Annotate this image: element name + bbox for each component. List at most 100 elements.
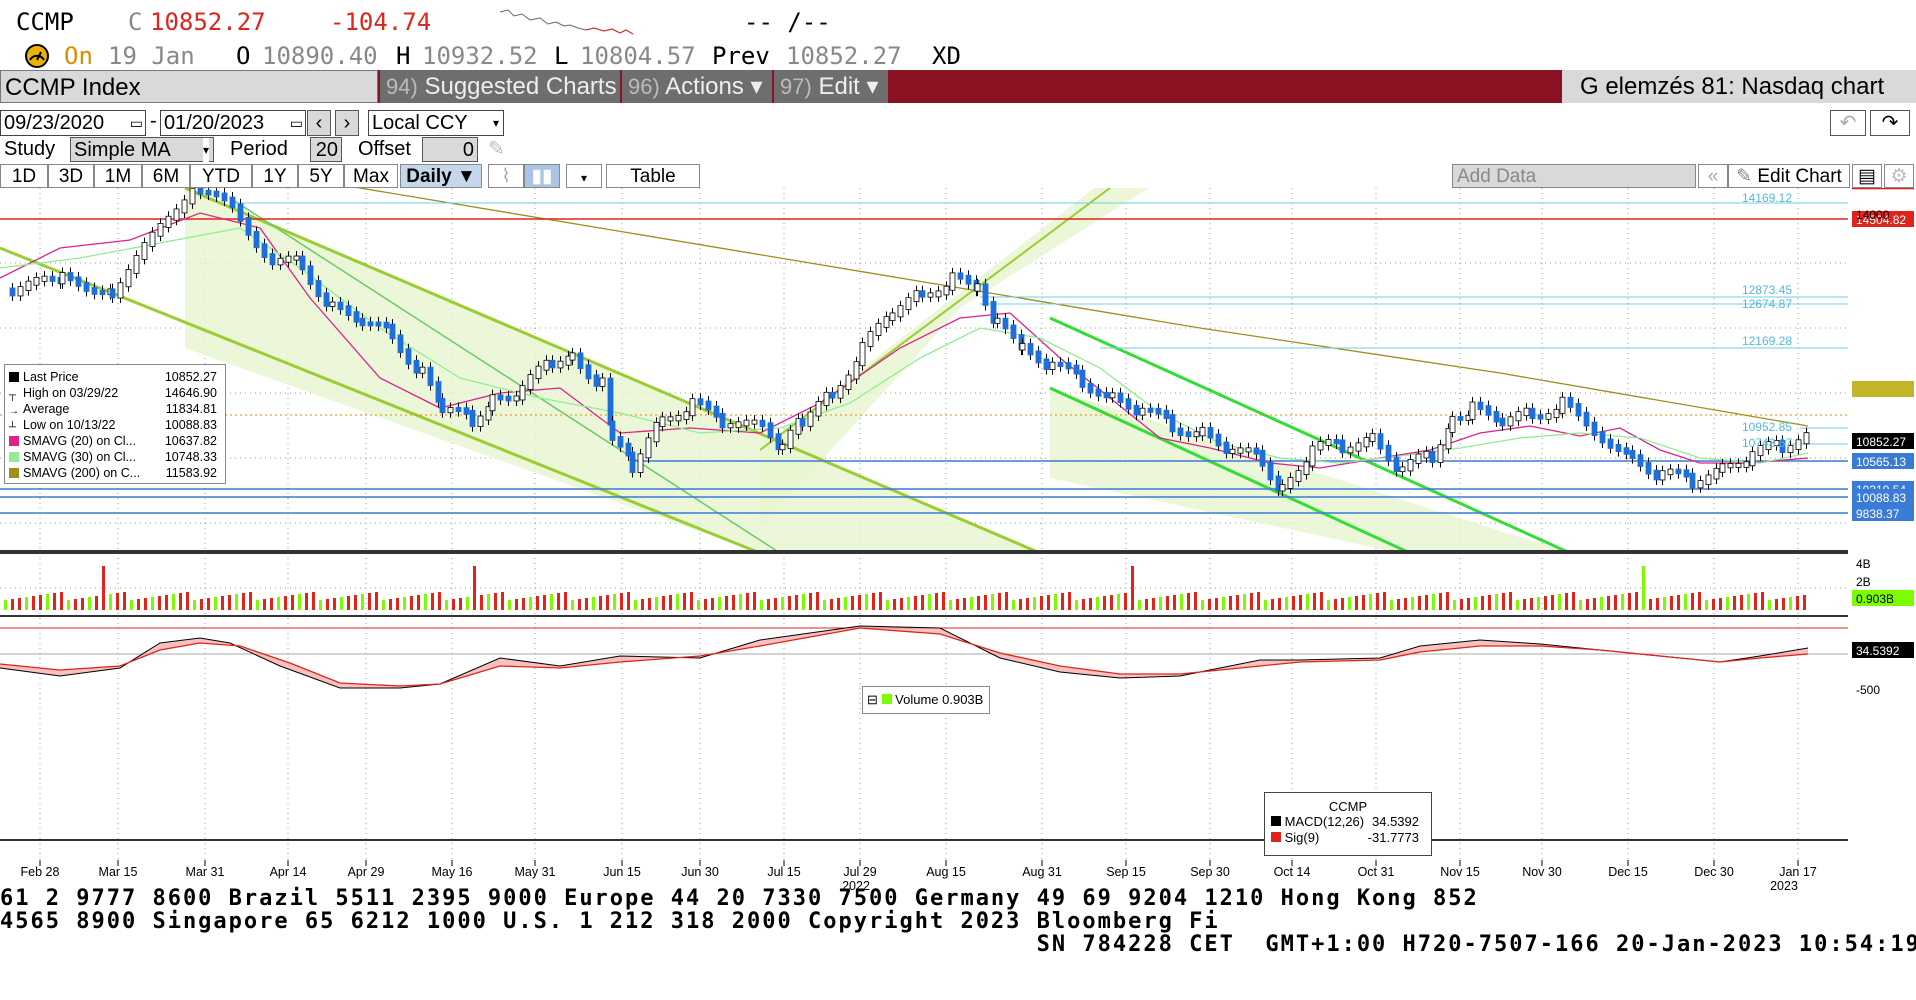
candle-down (197, 188, 204, 195)
period-input[interactable]: 20 (310, 137, 342, 162)
next-period-button[interactable]: › (335, 110, 359, 136)
candle-up (1237, 447, 1244, 454)
candle-down (705, 400, 712, 411)
volume-bar (1082, 599, 1085, 610)
calendar-icon[interactable]: ▭ (130, 111, 143, 135)
x-axis-label: Dec 15 (1608, 865, 1648, 879)
volume-bar (494, 593, 497, 610)
currency-select[interactable]: Local CCY ▾ (368, 110, 504, 136)
volume-bar (235, 594, 238, 610)
candle-up (543, 359, 550, 371)
candle-up (477, 415, 484, 427)
candle-up (1727, 463, 1734, 469)
volume-bar (1411, 597, 1414, 610)
range-tab-1m[interactable]: 1M (94, 164, 142, 188)
volume-bar (585, 598, 588, 610)
volume-bar (1425, 595, 1428, 610)
edit-chart-button[interactable]: ✎ Edit Chart (1728, 164, 1850, 188)
candle-up (675, 415, 682, 422)
volume-bar (1040, 596, 1043, 610)
range-tab-1d[interactable]: 1D (0, 164, 48, 188)
security-field[interactable]: CCMP Index (0, 70, 378, 103)
volume-bar (676, 594, 679, 610)
suggested-charts-button[interactable]: 94) Suggested Charts (380, 70, 620, 103)
table-button[interactable]: Table (606, 164, 700, 188)
calendar-icon[interactable]: ▭ (290, 111, 303, 135)
volume-bar (508, 600, 511, 610)
volume-bar (32, 596, 35, 610)
start-date-value: 09/23/2020 (4, 112, 105, 134)
candle-up (1545, 413, 1552, 420)
volume-bar (1208, 599, 1211, 610)
volume-bar (501, 592, 504, 610)
range-tab-5y[interactable]: 5Y (298, 164, 344, 188)
frequency-select[interactable]: Daily ▼ (400, 164, 482, 188)
candle-down (1645, 462, 1652, 475)
volume-bar (1005, 592, 1008, 610)
volume-bar (1327, 600, 1330, 610)
price-chart[interactable]: 14504.8213837.5913222.0312964.8612320.12… (0, 188, 1916, 890)
candle-up (447, 407, 454, 414)
volume-bar (564, 592, 567, 610)
range-tab-3d[interactable]: 3D (48, 164, 94, 188)
candle-up (59, 272, 66, 285)
volume-bar (1481, 596, 1484, 610)
bid-ask: -- /-- (744, 8, 831, 36)
candle-down (463, 407, 470, 415)
range-tab-max[interactable]: Max (344, 164, 398, 188)
candle-down (1117, 392, 1124, 404)
add-data-field[interactable]: Add Data (1452, 164, 1696, 188)
pencil-icon[interactable]: ✎ (488, 136, 505, 161)
candle-up (875, 322, 882, 336)
volume-bar (1544, 596, 1547, 610)
volume-bar (830, 599, 833, 610)
study-select[interactable]: Simple MA ▾ (70, 137, 214, 162)
undo-button[interactable]: ↶ (1830, 110, 1866, 136)
volume-bar (1663, 597, 1666, 610)
prev-period-button[interactable]: ‹ (307, 110, 331, 136)
legend-label: SMAVG (20) on Cl... (23, 434, 136, 448)
line-chart-button[interactable]: ⌇ (488, 164, 524, 188)
range-tab-1y[interactable]: 1Y (252, 164, 298, 188)
volume-bar (935, 593, 938, 610)
candle-up (1317, 441, 1324, 451)
edit-menu-button[interactable]: 97) Edit ▾ (774, 70, 888, 103)
candle-down (345, 305, 352, 316)
x-axis-label: Apr 14 (270, 865, 307, 879)
candle-up (489, 394, 496, 412)
redo-button[interactable]: ↷ (1870, 110, 1910, 136)
end-date-input[interactable]: 01/20/2023 ▭ (160, 110, 306, 136)
legend-row: → Average 11834.81 (9, 401, 221, 417)
collapse-icon[interactable]: ⊟ (867, 692, 878, 707)
legend-value: 14646.90 (164, 386, 217, 400)
volume-bar (1229, 596, 1232, 610)
candle-chart-button[interactable]: ▮▮ (524, 164, 560, 188)
chart-type-dropdown[interactable]: ▾ (566, 164, 602, 188)
start-date-input[interactable]: 09/23/2020 ▭ (0, 110, 146, 136)
candle-down (1457, 416, 1464, 421)
offset-input[interactable]: 0 (422, 137, 478, 162)
range-tab-6m[interactable]: 6M (142, 164, 190, 188)
volume-bar (879, 592, 882, 610)
volume-bar (914, 596, 917, 610)
collapse-button[interactable]: « (1698, 164, 1728, 188)
volume-bar (1698, 592, 1701, 610)
volume-bar (1712, 599, 1715, 610)
volume-bar (1075, 600, 1078, 610)
range-tab-ytd[interactable]: YTD (190, 164, 252, 188)
volume-bar (1684, 594, 1687, 610)
candle-down (1103, 391, 1110, 399)
legend-label: Average (23, 402, 70, 416)
volume-bar (123, 592, 126, 610)
volume-bar (1054, 594, 1057, 610)
volume-bar (991, 594, 994, 610)
candle-down (1499, 417, 1506, 427)
volume-bar (18, 598, 21, 610)
open-price: 10890.40 (262, 42, 378, 70)
chart-settings-button[interactable]: ▤ (1852, 164, 1882, 188)
volume-bar (1593, 598, 1596, 610)
volume-bar (1278, 598, 1281, 610)
x-axis-label: Aug 15 (926, 865, 966, 879)
settings-button[interactable]: ⚙ (1884, 164, 1914, 188)
actions-menu-button[interactable]: 96) Actions ▾ (622, 70, 772, 103)
